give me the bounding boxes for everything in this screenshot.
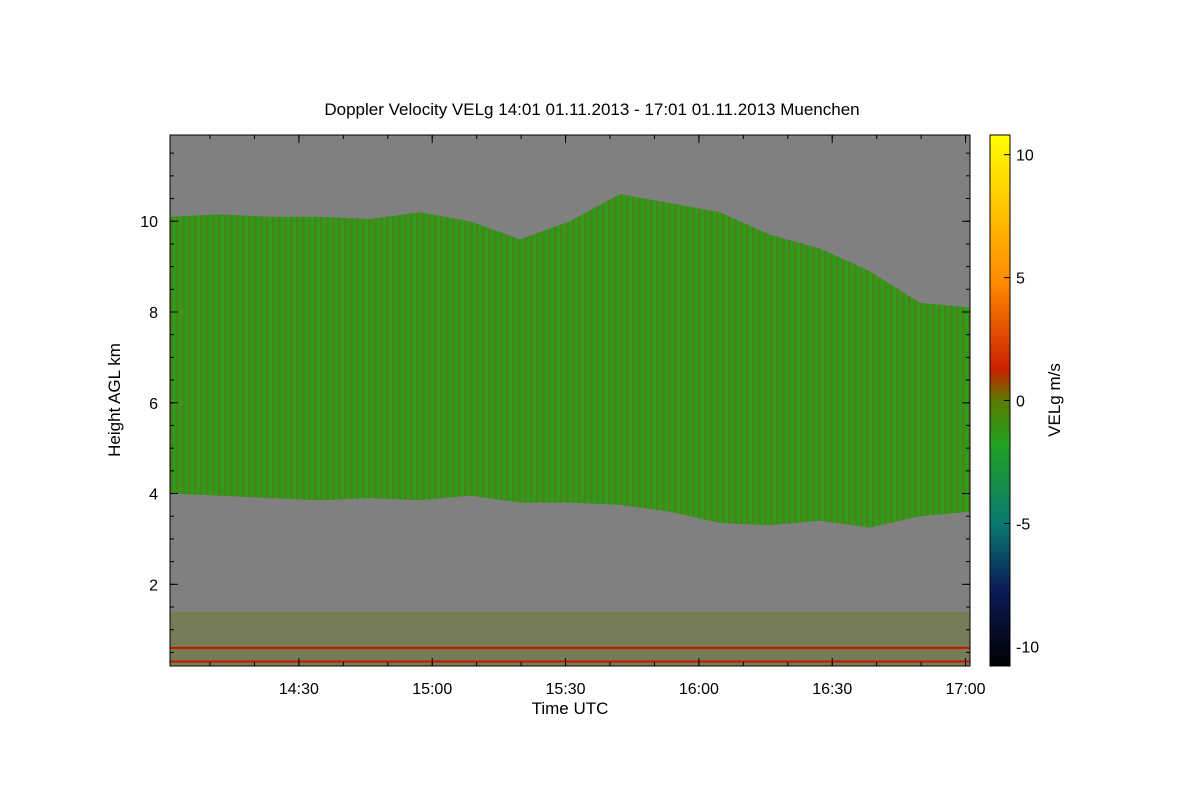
chart-figure: Doppler Velocity VELg 14:01 01.11.2013 -…	[105, 100, 1064, 718]
colorbar-tick-label: 5	[1016, 271, 1025, 288]
x-tick-label: 14:30	[279, 681, 319, 698]
x-tick-label: 16:00	[679, 681, 719, 698]
y-tick-label: 6	[149, 396, 158, 413]
colorbar: 10 5 0 -5 -10 VELg m/s	[989, 134, 1064, 667]
y-tick-label: 2	[149, 577, 158, 594]
plot-area	[169, 134, 971, 667]
boundary-layer	[170, 611, 970, 666]
x-tick-label: 17:00	[946, 681, 986, 698]
x-tick-label: 15:30	[546, 681, 586, 698]
x-axis-label: Time UTC	[532, 699, 609, 718]
chart-title: Doppler Velocity VELg 14:01 01.11.2013 -…	[324, 100, 859, 119]
x-tick-label: 16:30	[812, 681, 852, 698]
colorbar-tick-label: -5	[1016, 516, 1030, 533]
colorbar-label: VELg m/s	[1045, 363, 1064, 437]
colorbar-tick-label: 0	[1016, 394, 1025, 411]
y-tick-label: 10	[140, 214, 158, 231]
x-tick-label: 15:00	[412, 681, 452, 698]
y-tick-label: 8	[149, 305, 158, 322]
y-tick-label: 4	[149, 487, 158, 504]
colorbar-tick-label: -10	[1016, 639, 1039, 656]
colorbar-tick-label: 10	[1016, 148, 1034, 165]
y-axis-label: Height AGL km	[105, 343, 124, 457]
